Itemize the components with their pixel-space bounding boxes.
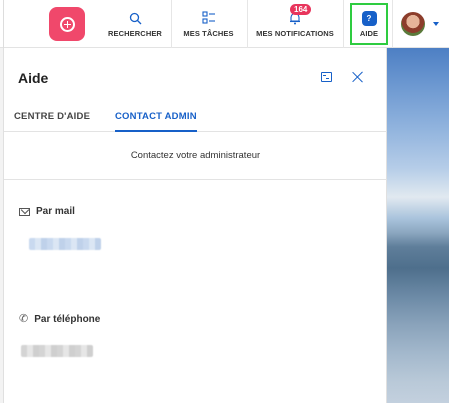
mail-icon xyxy=(19,207,30,216)
nav-my-tasks[interactable]: MES TÂCHES xyxy=(175,0,242,48)
tab-help-center[interactable]: CENTRE D'AIDE xyxy=(14,111,90,132)
help-icon: ? xyxy=(361,10,377,26)
help-panel: Aide CENTRE D'AIDE CONTACT ADMIN Contact… xyxy=(4,48,387,403)
help-tabs: CENTRE D'AIDE CONTACT ADMIN xyxy=(4,108,387,132)
nav-help-label: AIDE xyxy=(359,29,379,38)
checklist-icon xyxy=(201,10,216,26)
nav-search-label: RECHERCHER xyxy=(108,29,162,38)
nav-search[interactable]: RECHERCHER xyxy=(104,0,166,48)
close-icon[interactable] xyxy=(351,70,365,84)
contact-subtitle-text: Contactez votre administrateur xyxy=(130,150,261,161)
open-in-window-icon[interactable] xyxy=(321,72,332,82)
phone-heading-label: Par téléphone xyxy=(34,314,101,325)
add-circle-icon xyxy=(59,16,75,32)
user-avatar[interactable] xyxy=(401,12,425,36)
background-photo xyxy=(387,48,449,403)
nav-divider xyxy=(343,0,344,48)
notification-count-badge: 164 xyxy=(290,4,312,15)
redacted-phone xyxy=(21,345,93,357)
nav-divider xyxy=(171,0,172,48)
phone-icon: ✆ xyxy=(19,313,29,325)
mail-section-heading: Par mail xyxy=(19,206,75,217)
top-navigation-bar: RECHERCHER MES TÂCHES 164 MES NOTIFICATI… xyxy=(0,0,449,48)
redacted-email xyxy=(29,238,101,250)
left-edge-stub xyxy=(0,0,4,48)
tab-contact-admin[interactable]: CONTACT ADMIN xyxy=(115,111,197,132)
chevron-down-icon[interactable] xyxy=(433,22,439,26)
contact-subtitle: Contactez votre administrateur xyxy=(4,132,387,180)
panel-title: Aide xyxy=(18,70,49,86)
nav-tasks-label: MES TÂCHES xyxy=(183,29,234,38)
add-button[interactable] xyxy=(49,7,85,41)
nav-help[interactable]: ? AIDE xyxy=(350,3,388,45)
phone-section-heading: ✆ Par téléphone xyxy=(19,313,101,326)
nav-notifications-label: MES NOTIFICATIONS xyxy=(256,29,334,38)
nav-divider xyxy=(247,0,248,48)
mail-heading-label: Par mail xyxy=(36,206,75,217)
nav-divider xyxy=(392,0,393,48)
search-icon xyxy=(129,10,142,26)
nav-my-notifications[interactable]: 164 MES NOTIFICATIONS xyxy=(251,0,339,48)
